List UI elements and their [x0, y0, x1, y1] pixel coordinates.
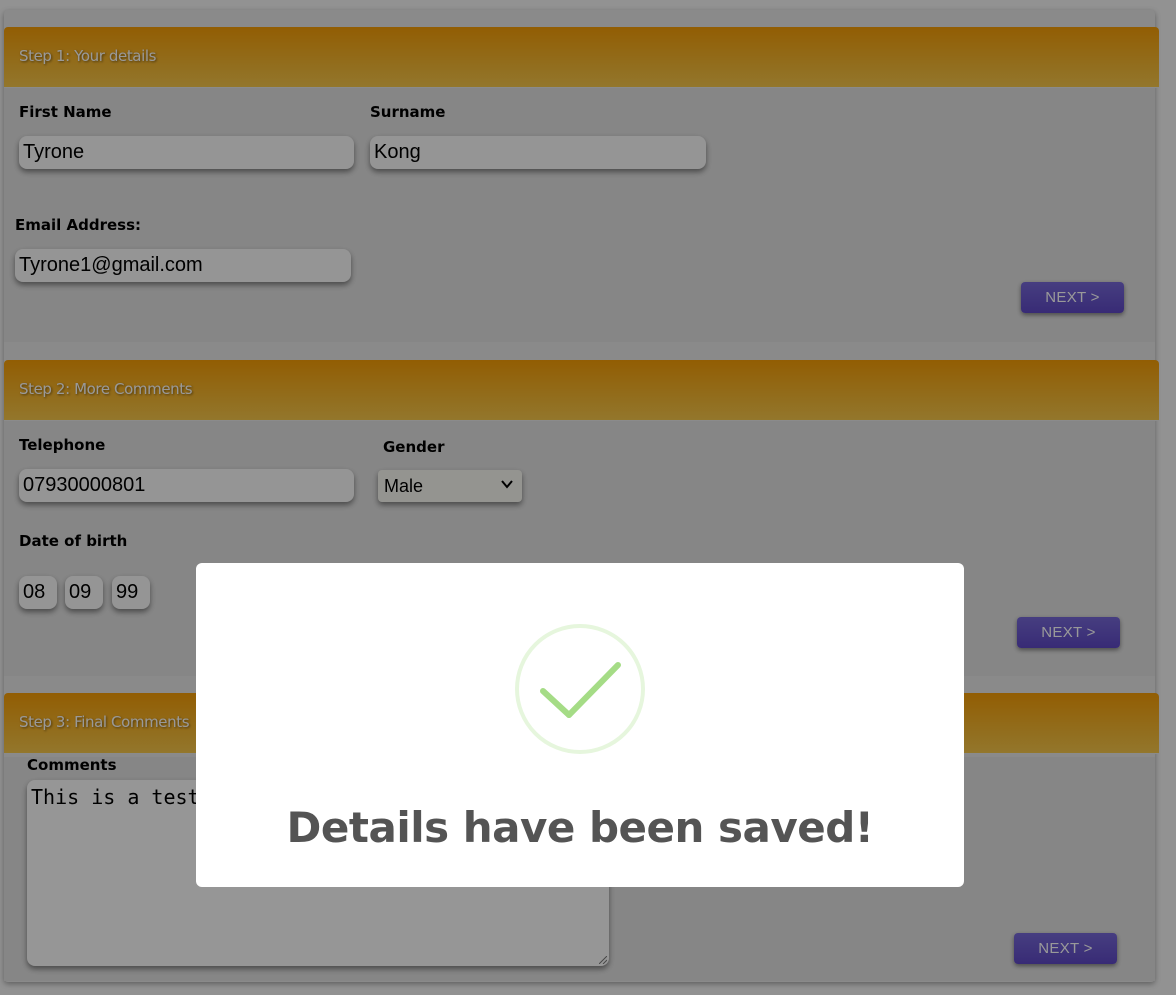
success-modal: Details have been saved! [196, 563, 964, 887]
modal-title: Details have been saved! [286, 803, 874, 852]
checkmark-icon [515, 624, 645, 754]
